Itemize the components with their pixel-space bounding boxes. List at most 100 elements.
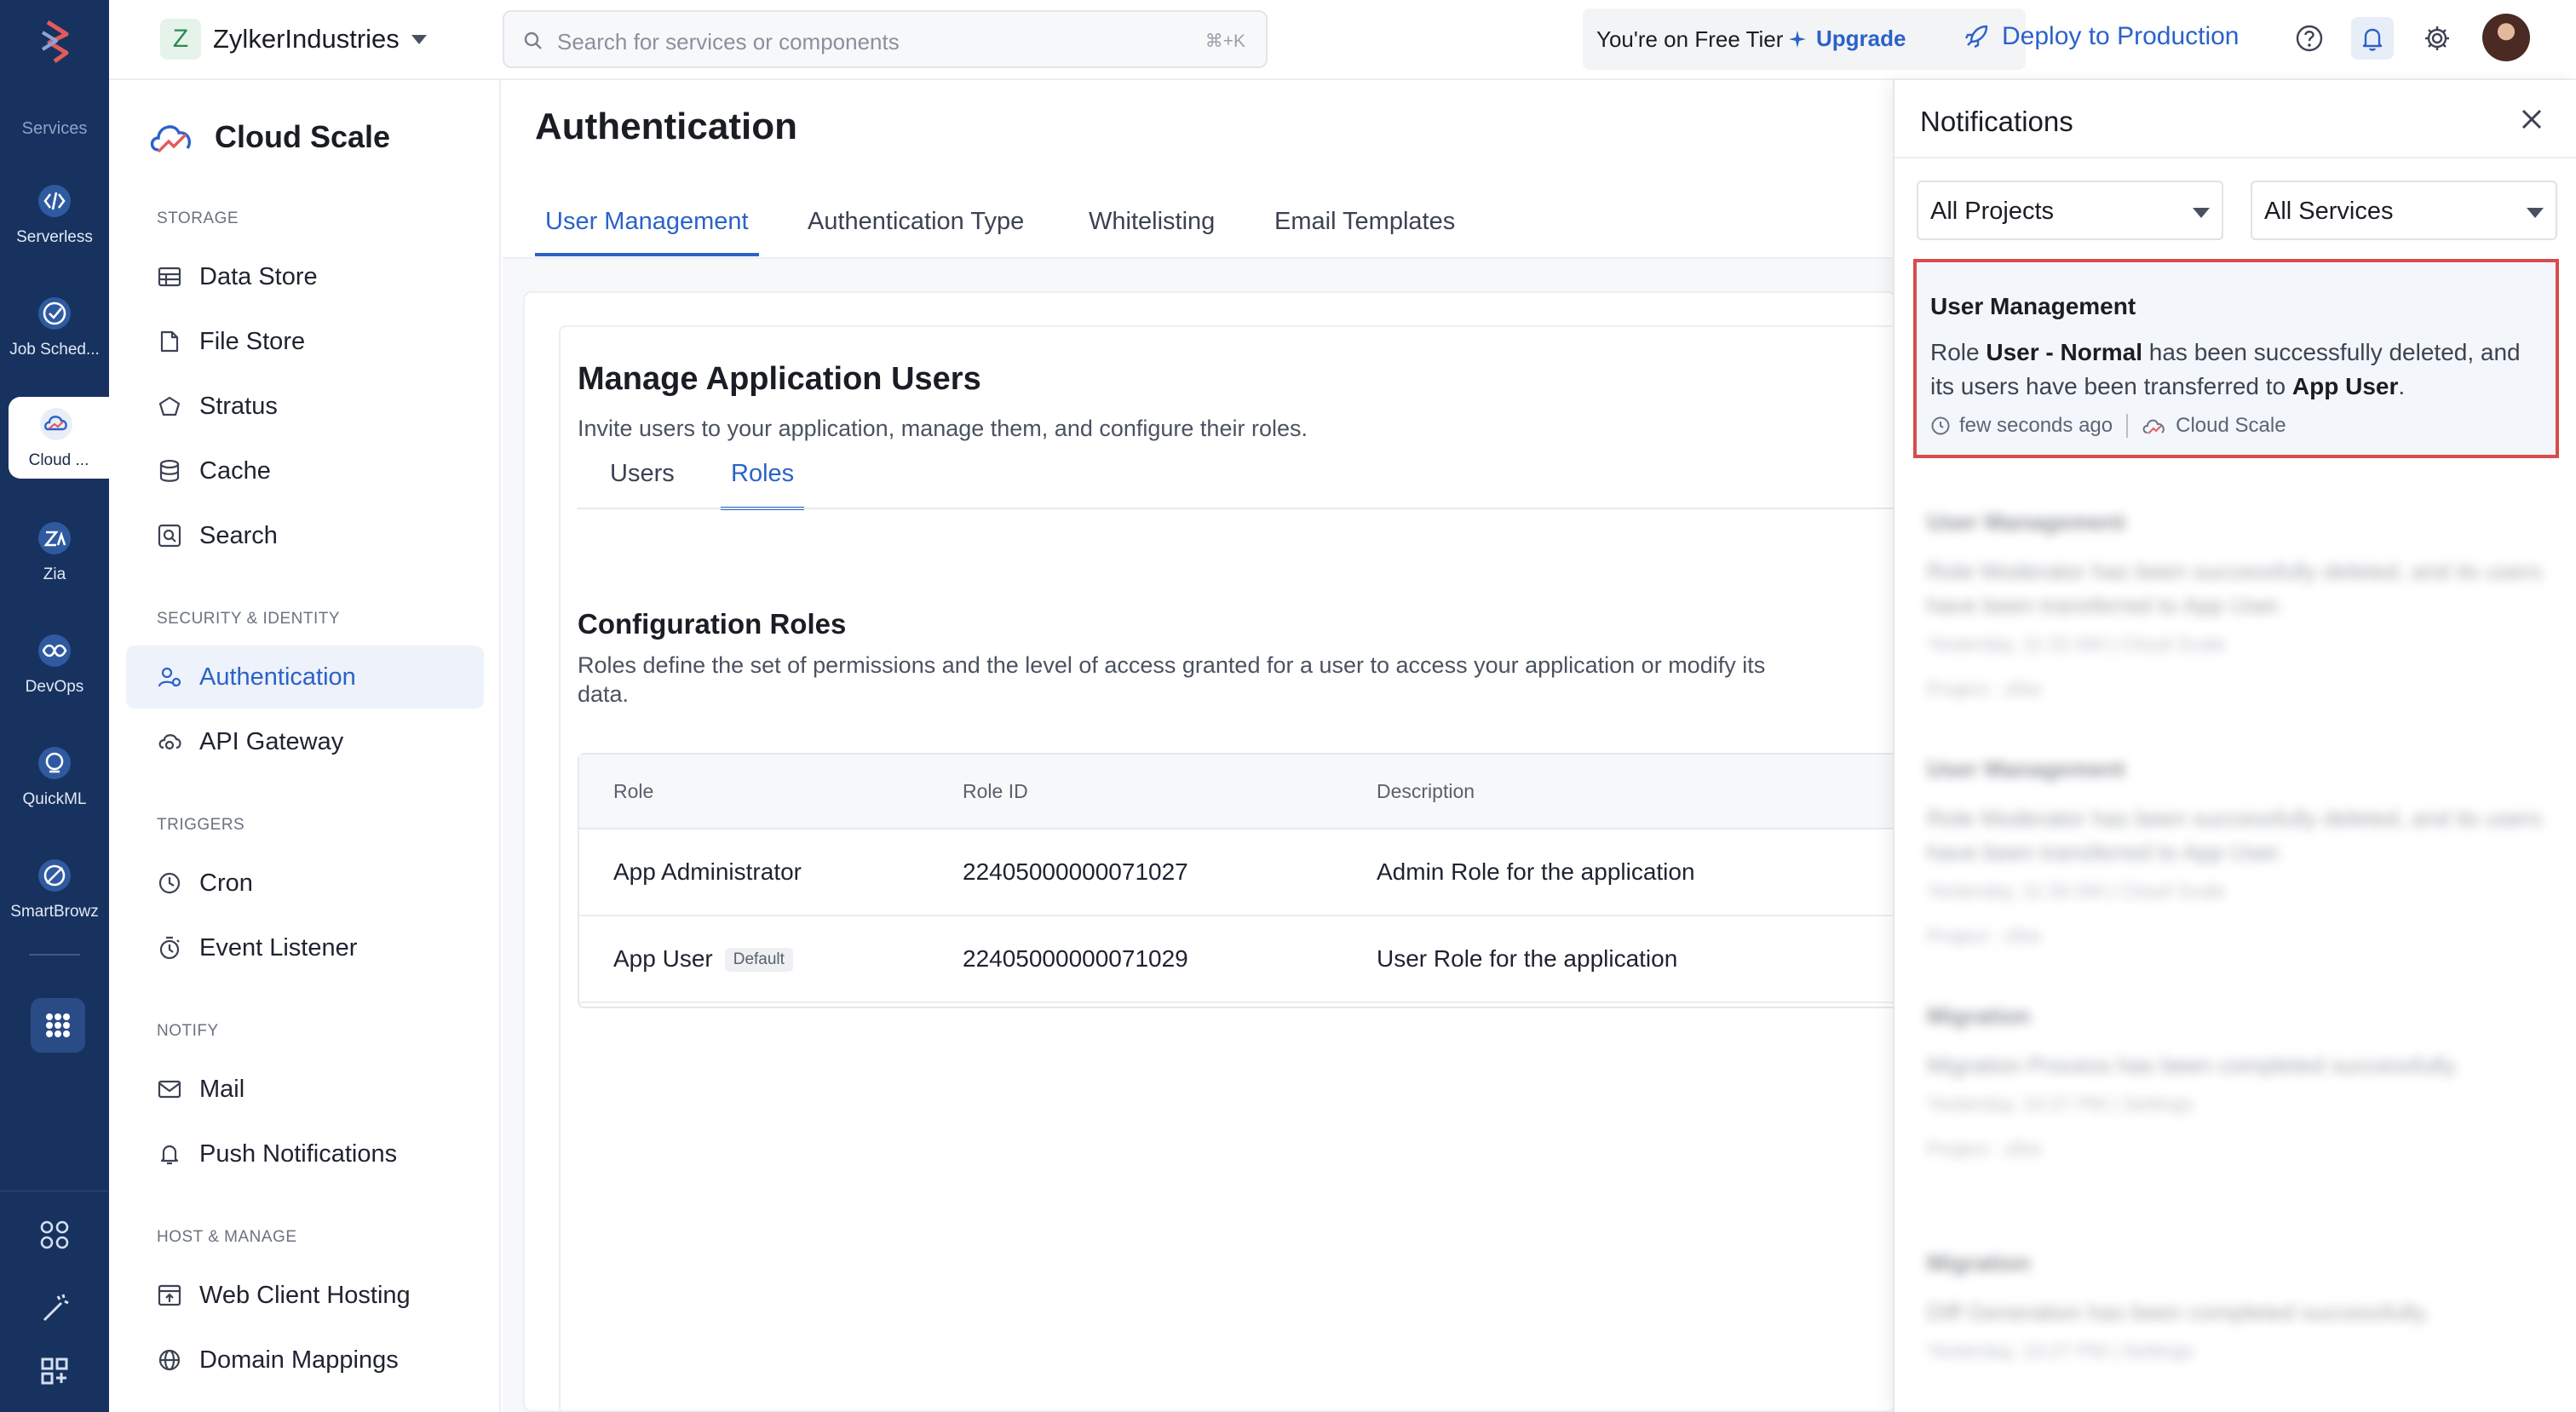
subtab-roles[interactable]: Roles	[721, 460, 805, 510]
notification-body: Role User - Normal has been successfully…	[1930, 336, 2544, 404]
sidebar-item-event-listener[interactable]: Event Listener	[126, 916, 484, 979]
all-services-button[interactable]	[31, 998, 85, 1053]
notification-title: Migration	[1927, 1250, 2031, 1276]
org-switcher[interactable]: Z ZylkerIndustries	[160, 19, 427, 60]
tab-user-management[interactable]: User Management	[535, 208, 759, 256]
sidebar-item-file-store[interactable]: File Store	[126, 310, 484, 373]
caret-down-icon	[2527, 208, 2544, 218]
roles-table: Role Role ID Description App Administrat…	[578, 753, 1896, 1008]
magic-wand-icon[interactable]	[37, 1291, 72, 1325]
rail-item-job-scheduling[interactable]: Job Sched...	[0, 286, 109, 388]
rail-item-smartbrowz[interactable]: SmartBrowz	[0, 848, 109, 950]
global-search[interactable]: Search for services or components ⌘+K	[503, 10, 1268, 68]
rail-item-devops[interactable]: DevOps	[0, 623, 109, 726]
help-button[interactable]	[2288, 17, 2331, 60]
settings-button[interactable]	[2416, 17, 2458, 60]
tab-authentication-type[interactable]: Authentication Type	[808, 208, 1024, 253]
upgrade-button[interactable]: Upgrade	[1787, 26, 1906, 52]
rail-item-label: Serverless	[16, 228, 93, 246]
subtab-users[interactable]: Users	[610, 460, 675, 507]
sidebar-item-cache[interactable]: Cache	[126, 439, 484, 502]
table-icon	[158, 267, 181, 287]
notifications-header: Notifications	[1895, 80, 2576, 158]
sidebar-item-label: Push Notifications	[199, 1139, 398, 1168]
notifications-title: Notifications	[1920, 106, 2073, 137]
category-storage: STORAGE	[157, 210, 239, 227]
sidebar-item-label: Cron	[199, 869, 253, 897]
sidebar-item-mail[interactable]: Mail	[126, 1058, 484, 1121]
rail-item-serverless[interactable]: Serverless	[0, 174, 109, 276]
caret-down-icon	[411, 34, 427, 44]
top-bar: Z ZylkerIndustries Search for services o…	[109, 0, 2576, 80]
sidebar-item-stratus[interactable]: Stratus	[126, 375, 484, 438]
notifications-button[interactable]	[2351, 17, 2394, 60]
rail-item-cloud-scale[interactable]: Cloud ...	[9, 397, 109, 479]
table-row[interactable]: App Administrator 22405000000071027 Admi…	[579, 829, 1896, 916]
integrations-icon[interactable]	[37, 1218, 72, 1252]
sidebar-item-push-notifications[interactable]: Push Notifications	[126, 1122, 484, 1185]
roles-heading: Configuration Roles	[578, 608, 847, 640]
catalyst-logo-icon[interactable]	[29, 15, 80, 66]
tab-whitelisting[interactable]: Whitelisting	[1089, 208, 1215, 253]
gear-icon	[2425, 26, 2449, 50]
rail-divider	[29, 954, 80, 956]
clock-icon	[1931, 416, 1950, 435]
sidebar-item-web-client-hosting[interactable]: Web Client Hosting	[126, 1264, 484, 1327]
notification-project: Project : zfire	[1927, 1138, 2042, 1160]
widgets-icon[interactable]	[37, 1354, 72, 1388]
notification-item[interactable]: User Management Role Moderator has been …	[1913, 756, 2559, 948]
bell-icon	[2362, 28, 2383, 51]
notification-body: Diff Generation has been completed succe…	[1927, 1300, 2430, 1325]
rail-item-quickml[interactable]: QuickML	[0, 736, 109, 838]
rail-item-zia[interactable]: Zia	[0, 511, 109, 613]
sidebar-item-label: Data Store	[199, 262, 318, 290]
notification-item[interactable]: Migration Diff Generation has been compl…	[1913, 1250, 2559, 1385]
deploy-to-production-button[interactable]: Deploy to Production	[1963, 22, 2240, 51]
notification-item-highlighted[interactable]: User Management Role User - Normal has b…	[1913, 259, 2559, 458]
sidebar-item-label: Domain Mappings	[199, 1346, 399, 1374]
service-filter-select[interactable]: All Services	[2251, 181, 2557, 240]
notification-item[interactable]: User Management Role Moderator has been …	[1913, 509, 2559, 701]
notification-item[interactable]: Migration Migration Process has been com…	[1913, 1003, 2559, 1161]
close-icon[interactable]	[2516, 104, 2547, 135]
service-sidebar: Cloud Scale STORAGE Data Store File Stor…	[109, 80, 501, 1412]
page-header: Authentication User Management Authentic…	[503, 80, 1896, 259]
search-shortcut: ⌘+K	[1205, 32, 1245, 51]
tab-email-templates[interactable]: Email Templates	[1274, 208, 1455, 253]
sidebar-item-search[interactable]: Search	[126, 504, 484, 567]
sidebar-item-data-store[interactable]: Data Store	[126, 245, 484, 308]
sparkle-icon	[1789, 30, 1806, 48]
rail-item-label: SmartBrowz	[10, 903, 99, 921]
notifications-panel: Notifications All Projects All Services …	[1893, 80, 2576, 1412]
sidebar-item-label: Authentication	[199, 663, 356, 691]
sidebar-item-authentication[interactable]: Authentication	[126, 646, 484, 709]
project-filter-select[interactable]: All Projects	[1917, 181, 2223, 240]
role-description: Admin Role for the application	[1377, 858, 1695, 885]
body-target: App User	[2291, 373, 2399, 399]
rail-item-label: Zia	[43, 565, 66, 583]
service-filter-value: All Services	[2264, 198, 2394, 225]
sidebar-item-label: File Store	[199, 327, 306, 355]
timer-icon	[159, 936, 180, 960]
user-avatar[interactable]	[2482, 14, 2530, 61]
table-row[interactable]: App User Default 22405000000071029 User R…	[579, 916, 1896, 1003]
users-icon	[158, 667, 181, 687]
sidebar-item-cron[interactable]: Cron	[126, 852, 484, 915]
sidebar-item-domain-mappings[interactable]: Domain Mappings	[126, 1329, 484, 1392]
role-cell: App User Default	[613, 945, 793, 973]
rail-item-label: Job Sched...	[9, 341, 100, 359]
column-header-role: Role	[613, 780, 654, 802]
upload-window-icon	[158, 1284, 181, 1306]
main-content: Authentication User Management Authentic…	[503, 80, 1898, 1412]
database-icon	[159, 459, 180, 482]
section-heading: Manage Application Users	[578, 361, 981, 397]
table-header: Role Role ID Description	[579, 755, 1896, 829]
sidebar-item-label: Mail	[199, 1075, 245, 1103]
cloud-scale-icon	[40, 408, 72, 440]
notification-meta: Yesterday, 11:32 AM | Cloud Scale	[1927, 633, 2226, 655]
sidebar-item-label: Web Client Hosting	[199, 1281, 411, 1309]
column-header-description: Description	[1377, 780, 1475, 802]
body-role: User - Normal	[1986, 339, 2142, 365]
sidebar-item-api-gateway[interactable]: API Gateway	[126, 710, 484, 773]
grid-icon	[46, 1013, 70, 1037]
